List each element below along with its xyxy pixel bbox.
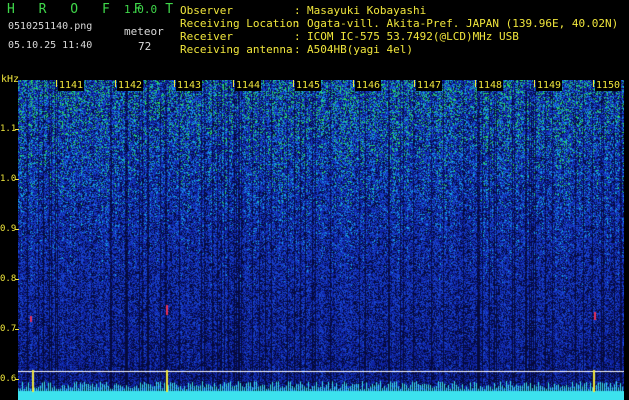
x-tick-mark — [534, 80, 535, 87]
meta-row-antenna: Receiving antenna : A504HB(yagi 4el) — [180, 43, 618, 56]
x-tick-label: 1143 — [176, 80, 203, 91]
meta-colon: : — [294, 4, 301, 17]
meteor-label: meteor — [124, 25, 164, 38]
x-tick-label: 1144 — [235, 80, 262, 91]
meta-value: Ogata-vill. Akita-Pref. JAPAN (139.96E, … — [307, 17, 619, 30]
x-tick-mark — [353, 80, 354, 87]
x-tick-mark — [174, 80, 175, 87]
meta-value: A504HB(yagi 4el) — [307, 43, 413, 56]
y-tick-label: 1.0 — [0, 174, 17, 184]
y-tick-label: 1.1 — [0, 124, 17, 134]
meta-row-location: Receiving Location : Ogata-vill. Akita-P… — [180, 17, 618, 30]
y-tick-label: 0.9 — [0, 224, 17, 234]
y-tick-label: 0.7 — [0, 324, 17, 334]
y-tick-mark — [15, 379, 19, 380]
y-axis-unit: kHz — [1, 74, 20, 85]
x-tick-mark — [475, 80, 476, 87]
meteor-count: 72 — [138, 40, 152, 53]
meta-key: Receiving Location — [180, 17, 300, 30]
y-tick-label: 0.8 — [0, 274, 17, 284]
y-tick-mark — [15, 229, 19, 230]
y-tick-mark — [15, 179, 19, 180]
meta-key: Receiving antenna — [180, 43, 293, 56]
x-tick-mark — [293, 80, 294, 87]
meta-key: Receiver — [180, 30, 233, 43]
meta-key: Observer — [180, 4, 233, 17]
meta-row-observer: Observer : Masayuki Kobayashi — [180, 4, 618, 17]
x-tick-mark — [233, 80, 234, 87]
meta-colon: : — [294, 30, 301, 43]
x-tick-label: 1148 — [477, 80, 504, 91]
y-tick-mark — [15, 129, 19, 130]
x-tick-label: 1147 — [416, 80, 443, 91]
header-panel: H R O F F T 1.0.0 0510251140.png meteor … — [0, 0, 629, 78]
spectrogram-canvas — [18, 80, 624, 400]
meta-colon: : — [294, 17, 301, 30]
y-tick-mark — [15, 279, 19, 280]
x-tick-mark — [593, 80, 594, 87]
meta-value: ICOM IC-575 53.7492(@LCD)MHz USB — [307, 30, 519, 43]
x-tick-label: 1145 — [295, 80, 322, 91]
x-tick-mark — [414, 80, 415, 87]
x-tick-label: 1141 — [58, 80, 85, 91]
x-tick-mark — [115, 80, 116, 87]
station-info: Observer : Masayuki Kobayashi Receiving … — [180, 4, 618, 56]
file-name: 0510251140.png — [8, 21, 93, 32]
x-tick-label: 1142 — [117, 80, 144, 91]
x-tick-label: 1149 — [536, 80, 563, 91]
meta-row-receiver: Receiver : ICOM IC-575 53.7492(@LCD)MHz … — [180, 30, 618, 43]
meta-value: Masayuki Kobayashi — [307, 4, 427, 17]
y-tick-mark — [15, 329, 19, 330]
meta-colon: : — [294, 43, 301, 56]
x-tick-mark — [56, 80, 57, 87]
date-time: 05.10.25 11:40 — [8, 40, 93, 51]
x-tick-label: 1150 — [595, 80, 622, 91]
y-tick-label: 0.6 — [0, 374, 17, 384]
spectrogram-area — [18, 80, 624, 400]
x-tick-label: 1146 — [355, 80, 382, 91]
app-version: 1.0.0 — [124, 3, 158, 16]
